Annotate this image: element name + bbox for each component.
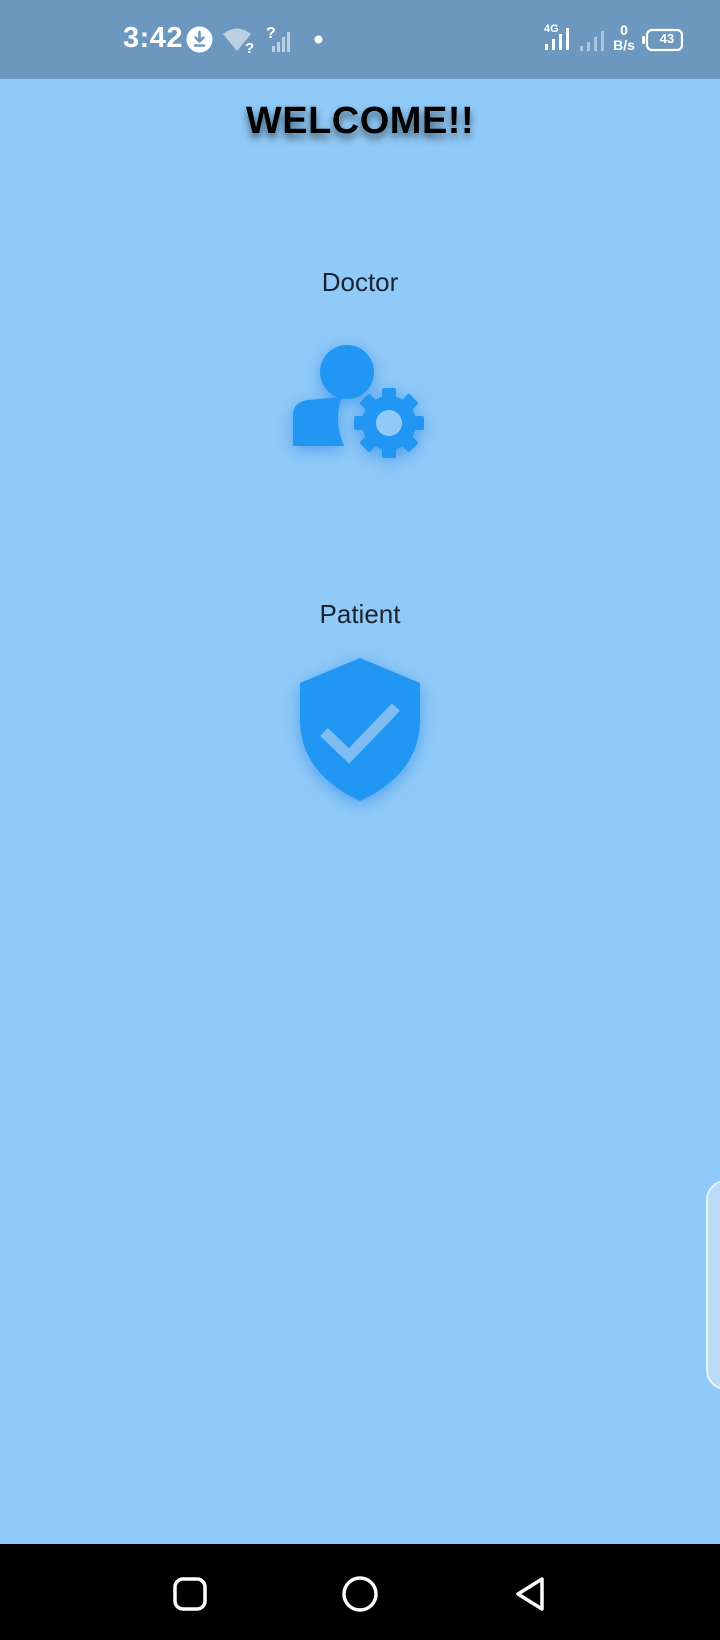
recents-button[interactable] — [170, 1574, 210, 1614]
net-speed: 0 B/s — [612, 23, 636, 53]
wifi-unknown-icon: ? — [223, 28, 254, 54]
user-gear-icon[interactable] — [290, 340, 430, 465]
notification-dot-icon — [314, 35, 323, 44]
floating-side-handle[interactable] — [706, 1180, 720, 1390]
page-title: WELCOME!! — [245, 100, 475, 142]
status-time: 3:42 — [123, 22, 184, 54]
doctor-label[interactable]: Doctor — [0, 267, 720, 298]
battery-level: 43 — [659, 31, 675, 46]
patient-label[interactable]: Patient — [0, 599, 720, 630]
download-icon — [186, 26, 213, 53]
screen: 3:42 ? ? 4G 0 B/s 43 WELCOME!! Doctor Pa… — [0, 0, 720, 1640]
svg-text:?: ? — [266, 25, 276, 42]
net-speed-value: 0 — [620, 22, 628, 38]
home-button[interactable] — [340, 1574, 380, 1614]
signal-unknown-icon: ? — [266, 25, 290, 52]
network-type-label: 4G — [544, 23, 559, 35]
shield-check-icon[interactable] — [297, 655, 423, 805]
net-speed-unit: B/s — [613, 37, 635, 53]
svg-text:?: ? — [245, 40, 254, 54]
signal-4g-icon: 4G — [544, 23, 569, 50]
signal-2-icon — [580, 31, 604, 51]
status-bar: 3:42 ? ? 4G 0 B/s 43 — [0, 0, 720, 79]
back-button[interactable] — [512, 1574, 552, 1614]
navigation-bar — [0, 1544, 720, 1640]
